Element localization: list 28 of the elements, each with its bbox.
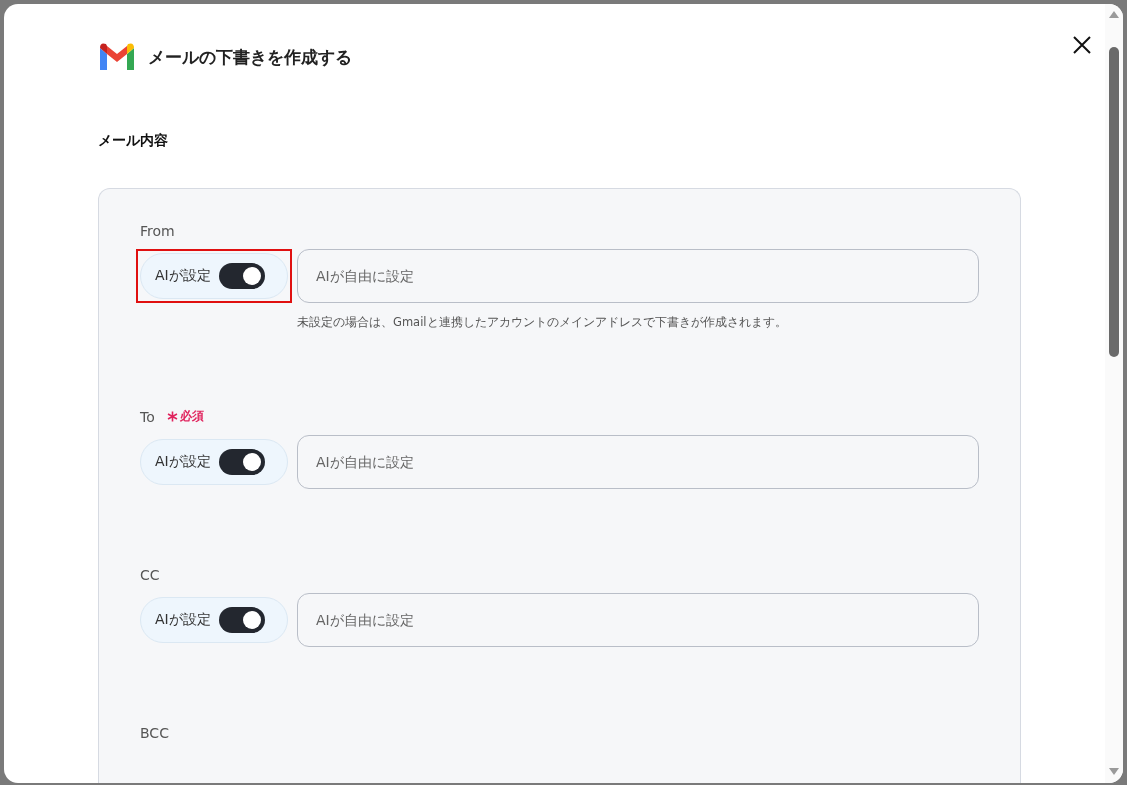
toggle-label: AIが設定 <box>155 267 211 285</box>
ai-toggle[interactable]: AIが設定 <box>140 597 288 643</box>
scroll-up-icon[interactable] <box>1108 9 1120 19</box>
toggle-switch[interactable] <box>218 263 265 289</box>
field-label: CC <box>140 567 160 583</box>
ai-toggle[interactable]: AIが設定 <box>140 253 288 299</box>
toggle-label: AIが設定 <box>155 453 211 471</box>
hint-text: 未設定の場合は、Gmailと連携したアカウントのメインアドレスで下書きが作成されます。 <box>297 315 788 330</box>
input-field[interactable]: AIが自由に設定 <box>297 593 979 647</box>
close-icon <box>1073 36 1091 54</box>
required-label: 必須 <box>179 408 204 425</box>
asterisk-icon <box>166 411 178 422</box>
field-label: From <box>140 223 175 239</box>
mail-logo-icon <box>98 42 136 72</box>
section-title: メール内容 <box>98 132 169 150</box>
close-button[interactable] <box>1071 34 1093 56</box>
toggle-switch[interactable] <box>218 607 265 633</box>
scrollbar-track[interactable] <box>1105 4 1123 783</box>
scroll-down-icon[interactable] <box>1108 767 1120 777</box>
scrollbar-thumb[interactable] <box>1109 47 1119 357</box>
field-label: BCC <box>140 725 169 741</box>
dialog-title: メールの下書きを作成する <box>148 45 352 69</box>
ai-toggle[interactable]: AIが設定 <box>140 439 288 485</box>
field-label: To <box>140 408 155 425</box>
input-field[interactable]: AIが自由に設定 <box>297 249 979 303</box>
toggle-label: AIが設定 <box>155 611 211 629</box>
input-field[interactable]: AIが自由に設定 <box>297 435 979 489</box>
toggle-switch[interactable] <box>218 449 265 475</box>
